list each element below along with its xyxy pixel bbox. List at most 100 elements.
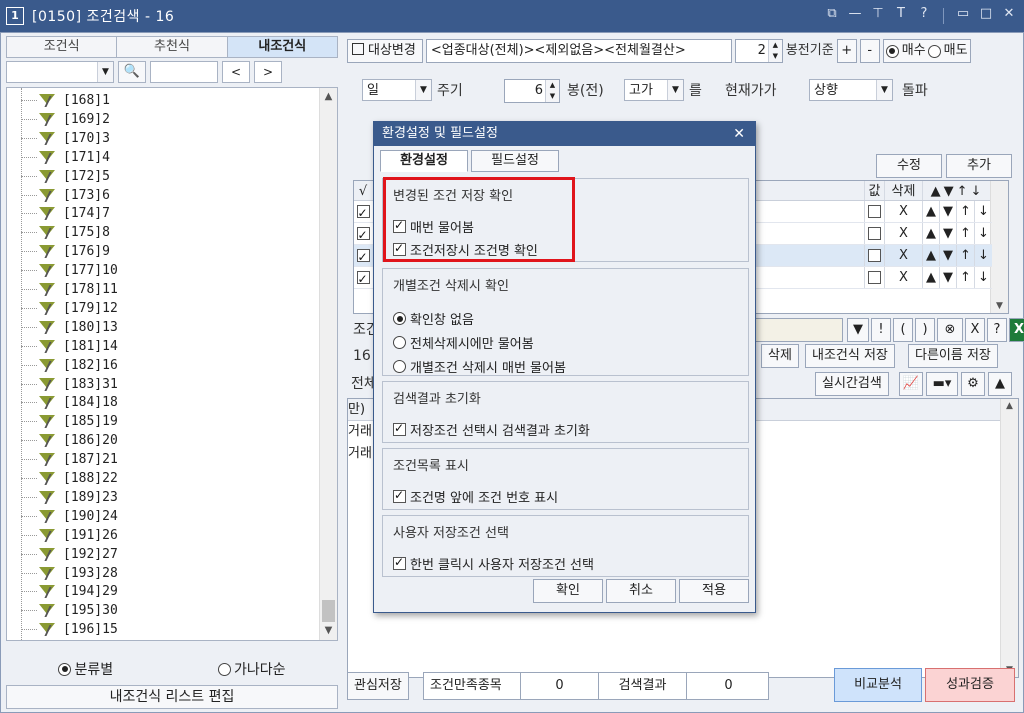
chevron-down-icon[interactable]: ▼ [991, 301, 1008, 311]
apply-button[interactable]: 적용 [679, 579, 749, 603]
close-paren-tool-icon[interactable]: ) [915, 318, 935, 342]
tree-item[interactable]: [179]12 [21, 299, 118, 318]
move-down-icon[interactable]: ↓ [974, 267, 992, 288]
save-as-button[interactable]: 다른이름 저장 [908, 344, 998, 368]
radio-sell[interactable]: 매도 [927, 40, 968, 62]
formula-input[interactable] [751, 318, 843, 342]
move-bottom-icon[interactable]: ▼ [939, 267, 956, 288]
compare-analysis-button[interactable]: 비교분석 [834, 668, 922, 702]
period-dropdown[interactable]: 일 ▼ [362, 79, 432, 101]
checkbox[interactable] [356, 225, 370, 246]
checkbox[interactable] [868, 227, 881, 240]
next-button[interactable]: > [254, 61, 282, 83]
stepper-arrows-icon[interactable]: ▲ ▼ [767, 40, 782, 62]
category-dropdown[interactable]: ▼ [6, 61, 114, 83]
search-button[interactable]: 🔍 [118, 61, 146, 83]
checkbox[interactable] [356, 269, 370, 290]
edit-list-button[interactable]: 내조건식 리스트 편집 [6, 685, 338, 709]
move-top-icon[interactable]: ▲ [922, 223, 939, 244]
bong-stepper[interactable]: 2 ▲ ▼ [734, 39, 783, 63]
search-input[interactable] [150, 61, 218, 83]
cancel-button[interactable]: 취소 [606, 579, 676, 603]
tree-item[interactable]: [178]11 [21, 280, 118, 299]
radio-ask-delete-all[interactable]: 전체삭제시에만 물어봄 [393, 333, 534, 352]
plus-button[interactable]: + [836, 39, 857, 63]
help-tool-icon[interactable]: ? [987, 318, 1007, 342]
tree-item[interactable]: [180]13 [21, 318, 118, 337]
radio-ask-each-delete[interactable]: 개별조건 삭제시 매번 물어봄 [393, 357, 566, 376]
tree-item[interactable]: [172]5 [21, 167, 110, 186]
move-top-icon[interactable]: ▲ [922, 201, 939, 222]
prev-button[interactable]: < [222, 61, 250, 83]
modify-button[interactable]: 수정 [876, 154, 942, 178]
radio-dot[interactable] [393, 360, 406, 373]
row-delete-icon[interactable]: X [884, 267, 922, 288]
tree-item[interactable]: [195]30 [21, 601, 118, 620]
move-up-icon[interactable]: ↑ [956, 245, 974, 266]
move-down-icon[interactable]: ↓ [974, 201, 992, 222]
tree-scrollbar[interactable]: ▲ ▼ [319, 88, 337, 640]
chevron-up-icon[interactable]: ▲ [1001, 401, 1018, 411]
open-paren-tool-icon[interactable]: ( [893, 318, 913, 342]
option-reset-on-select[interactable]: 저장조건 선택시 검색결과 초기화 [393, 420, 590, 439]
tree-item[interactable]: [188]22 [21, 469, 118, 488]
x-tool-icon[interactable]: X [965, 318, 985, 342]
add-button[interactable]: 추가 [946, 154, 1012, 178]
stepper-arrows-icon[interactable]: ▲ ▼ [545, 80, 559, 102]
tree-item[interactable]: [189]23 [21, 488, 118, 507]
xor-tool-icon[interactable]: ⊗ [937, 318, 963, 342]
not-tool-icon[interactable]: ! [871, 318, 891, 342]
option-show-number[interactable]: 조건명 앞에 조건 번호 표시 [393, 487, 558, 506]
tree-item[interactable]: [191]26 [21, 526, 118, 545]
checkbox[interactable] [393, 488, 406, 503]
move-up-icon[interactable]: ↑ [956, 201, 974, 222]
checkbox[interactable] [868, 249, 881, 262]
tab-my-conditions[interactable]: 내조건식 [227, 37, 337, 57]
price-type-dropdown[interactable]: 고가 ▼ [624, 79, 684, 101]
move-top-icon[interactable]: ▲ [922, 245, 939, 266]
gear-icon[interactable]: ⚙ [961, 372, 985, 396]
font-icon[interactable]: T [894, 6, 908, 24]
radio-category[interactable]: 분류별 [58, 659, 113, 679]
scroll-thumb[interactable] [322, 600, 335, 622]
scroll-up-icon[interactable]: ▲ [320, 88, 337, 106]
radio-dot[interactable] [393, 312, 406, 325]
tree-item[interactable]: [184]18 [21, 393, 118, 412]
direction-dropdown[interactable]: 상향 ▼ [809, 79, 893, 101]
minimize-line-icon[interactable]: — [848, 6, 862, 24]
checkbox[interactable] [393, 555, 406, 570]
tree-item[interactable]: [194]29 [21, 582, 118, 601]
tree-item[interactable]: [171]4 [21, 148, 110, 167]
pin-icon[interactable]: ⊤ [871, 6, 885, 24]
scroll-down-icon[interactable]: ▼ [320, 622, 337, 640]
radio-no-confirm[interactable]: 확인창 없음 [393, 309, 474, 328]
ok-button[interactable]: 확인 [533, 579, 603, 603]
tab-environment[interactable]: 환경설정 [380, 150, 468, 172]
tab-recommended[interactable]: 추천식 [117, 37, 228, 57]
tree-item[interactable]: [186]20 [21, 431, 118, 450]
option-single-click[interactable]: 한번 클릭시 사용자 저장조건 선택 [393, 554, 594, 573]
performance-verify-button[interactable]: 성과검증 [925, 668, 1015, 702]
dialog-close-icon[interactable]: ✕ [733, 122, 745, 146]
row-delete-icon[interactable]: X [884, 223, 922, 244]
tab-fields[interactable]: 필드설정 [471, 150, 559, 172]
move-up-icon[interactable]: ↑ [956, 267, 974, 288]
tree-item[interactable]: [176]9 [21, 242, 110, 261]
bong-count-stepper[interactable]: 6 ▲ ▼ [504, 79, 560, 103]
move-bottom-icon[interactable]: ▼ [939, 245, 956, 266]
tree-item[interactable]: [192]27 [21, 545, 118, 564]
row-delete-icon[interactable]: X [884, 201, 922, 222]
radio-alphabetical[interactable]: 가나다순 [218, 659, 286, 679]
tree-item[interactable]: [187]21 [21, 450, 118, 469]
tree-item[interactable]: [177]10 [21, 261, 118, 280]
minus-button[interactable]: - [859, 39, 880, 63]
tree-item[interactable]: [169]2 [21, 110, 110, 129]
tree-item[interactable]: [174]7 [21, 204, 110, 223]
save-condition-button[interactable]: 내조건식 저장 [805, 344, 895, 368]
help-icon[interactable]: ? [917, 6, 931, 24]
restore-link-icon[interactable]: ⧉ [825, 6, 839, 24]
maximize-icon[interactable]: □ [979, 6, 993, 24]
dropdown-tool-icon[interactable]: ▼ [847, 318, 869, 342]
move-top-icon[interactable]: ▲ [922, 267, 939, 288]
realtime-search-button[interactable]: 실시간검색 [815, 372, 889, 396]
